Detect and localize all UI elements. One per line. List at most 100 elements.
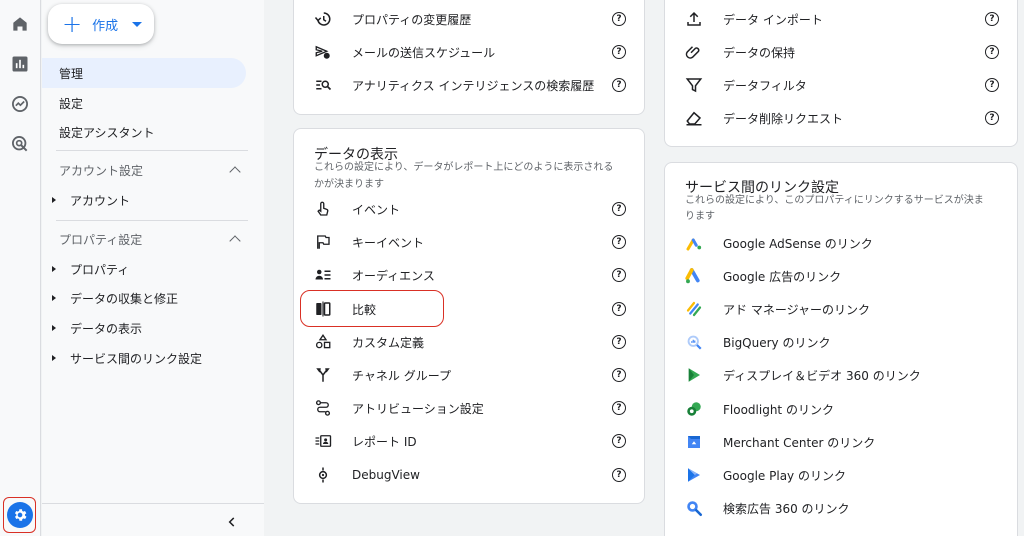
merchant-center-logo-icon [683,431,705,453]
gear-icon[interactable] [6,502,33,528]
help-icon[interactable]: ? [612,434,626,448]
help-icon[interactable]: ? [612,45,626,59]
row-change-history[interactable]: プロパティの変更履歴 ? [312,5,626,33]
row-label: プロパティの変更履歴 [352,12,472,27]
sidebar-item-settings[interactable]: 設定 [42,88,246,118]
row-data-retention[interactable]: データの保持 ? [683,38,999,66]
bigquery-logo-icon [683,331,705,353]
row-floodlight-links[interactable]: Floodlight のリンク [683,395,999,423]
card-description: これらの設定により、データがレポート上にどのように表示される [314,162,614,173]
help-icon[interactable]: ? [612,368,626,382]
shapes-icon [312,331,334,353]
property-card: プロパティの変更履歴 ? メールの送信スケジュール ? アナリティクス インテリ… [293,0,645,115]
comparisons-highlight [300,290,444,327]
property-section-toggle[interactable]: プロパティ設定 [59,227,241,251]
help-icon[interactable]: ? [612,335,626,349]
expand-arrow-icon [52,266,56,272]
sidebar-item-property[interactable]: プロパティ [52,257,129,281]
row-label: アナリティクス インテリジェンスの検索履歴 [352,78,595,93]
sidebar-item-data-display[interactable]: データの表示 [52,316,142,340]
help-icon[interactable]: ? [612,401,626,415]
home-icon[interactable] [8,12,32,36]
row-channel-groups[interactable]: チャネル グループ ? [312,361,626,389]
nav-rail [0,0,41,536]
attachment-icon [683,41,705,63]
sidebar-item-product-links[interactable]: サービス間のリンク設定 [52,346,202,370]
row-label: データフィルタ [723,78,807,93]
help-icon[interactable]: ? [612,202,626,216]
card-description: ります [685,211,715,222]
row-ad-manager-links[interactable]: アド マネージャーのリンク [683,295,999,323]
row-debugview[interactable]: DebugView ? [312,461,626,489]
advertising-icon[interactable] [8,132,32,156]
sidebar-item-setup-assistant[interactable]: 設定アシスタント [42,117,246,147]
help-icon[interactable]: ? [612,12,626,26]
sidebar-item-account[interactable]: アカウント [52,188,130,212]
row-label: キーイベント [352,235,425,250]
sidebar-item-label: 設定アシスタント [59,125,155,140]
reports-icon[interactable] [8,52,32,76]
help-icon[interactable]: ? [612,235,626,249]
row-events[interactable]: イベント ? [312,195,626,223]
ad-manager-logo-icon [683,298,705,320]
help-icon[interactable]: ? [612,78,626,92]
row-label: DebugView [352,468,420,482]
row-attribution-settings[interactable]: アトリビューション設定 ? [312,394,626,422]
plus-icon: + [62,10,83,38]
row-label: イベント [352,202,401,217]
sidebar-item-label: アカウント [70,193,131,208]
sidebar-item-admin[interactable]: 管理 [42,58,246,88]
row-merchant-center-links[interactable]: Merchant Center のリンク [683,428,999,456]
row-google-ads-links[interactable]: Google 広告のリンク [683,262,999,290]
help-icon[interactable]: ? [612,268,626,282]
dv360-logo-icon [683,364,705,386]
row-sa360-links[interactable]: 検索広告 360 のリンク [683,494,999,522]
section-title: プロパティ設定 [59,232,143,247]
row-custom-definitions[interactable]: カスタム定義 ? [312,328,626,356]
create-button[interactable]: + 作成 [48,4,154,44]
row-reporting-identity[interactable]: レポート ID ? [312,427,626,455]
filter-icon [683,74,705,96]
sidebar-item-data-collection[interactable]: データの収集と修正 [52,286,178,310]
account-section-toggle[interactable]: アカウント設定 [59,158,241,182]
expand-arrow-icon [52,197,56,203]
eraser-icon [683,107,705,129]
row-label: データの保持 [723,45,796,60]
row-audiences[interactable]: オーディエンス ? [312,261,626,289]
row-key-events[interactable]: キーイベント ? [312,228,626,256]
row-label: ディスプレイ＆ビデオ 360 のリンク [723,368,921,383]
chevron-left-icon [228,517,235,527]
row-dv360-links[interactable]: ディスプレイ＆ビデオ 360 のリンク [683,361,999,389]
row-bigquery-links[interactable]: BigQuery のリンク [683,328,999,356]
row-data-import[interactable]: データ インポート ? [683,5,999,33]
row-data-deletion[interactable]: データ削除リクエスト ? [683,104,999,132]
row-intelligence-history[interactable]: アナリティクス インテリジェンスの検索履歴 ? [312,71,626,99]
explore-icon[interactable] [8,92,32,116]
scheduled-send-icon [312,41,334,63]
help-icon[interactable]: ? [612,468,626,482]
google-play-logo-icon [683,464,705,486]
chevron-up-icon [229,166,241,178]
audience-icon [312,264,334,286]
touch-icon [312,198,334,220]
collapse-sidebar-button[interactable] [222,512,242,532]
help-icon[interactable]: ? [985,12,999,26]
help-icon[interactable]: ? [985,78,999,92]
help-icon[interactable]: ? [985,111,999,125]
product-links-card: サービス間のリンク設定 これらの設定により、このプロパティにリンクするサービスが… [664,162,1018,536]
row-label: Google AdSense のリンク [723,236,873,251]
help-icon[interactable]: ? [985,45,999,59]
row-email-schedule[interactable]: メールの送信スケジュール ? [312,38,626,66]
divider [56,220,248,221]
row-label: データ インポート [723,12,823,27]
floodlight-logo-icon [683,398,705,420]
id-card-icon [312,430,334,452]
row-adsense-links[interactable]: Google AdSense のリンク [683,229,999,257]
sidebar-item-label: 管理 [59,66,84,81]
row-label: レポート ID [352,434,417,449]
debug-icon [312,464,334,486]
row-label: Floodlight のリンク [723,402,834,417]
help-icon[interactable]: ? [612,302,626,316]
row-google-play-links[interactable]: Google Play のリンク [683,461,999,489]
row-data-filters[interactable]: データフィルタ ? [683,71,999,99]
